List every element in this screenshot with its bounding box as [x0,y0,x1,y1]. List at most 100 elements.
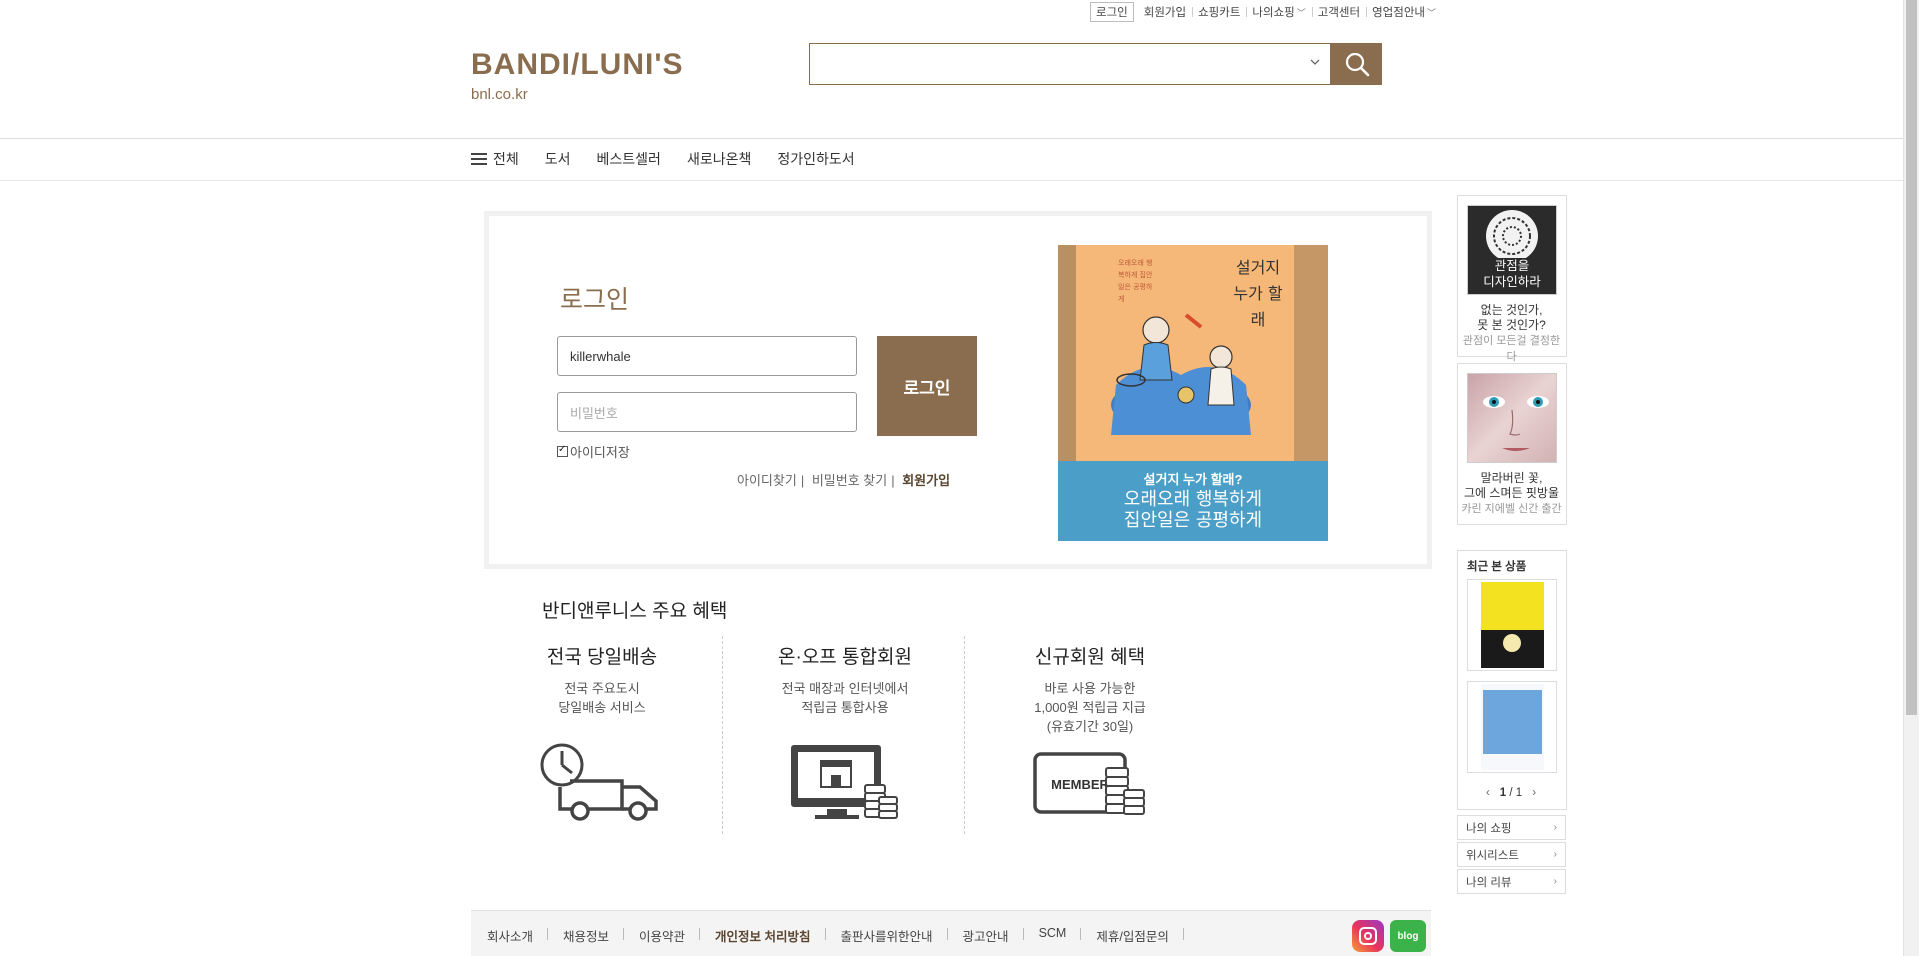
footer-link-privacy[interactable]: 개인정보 처리방침 [700,926,827,945]
sidebar-link-label: 나의 쇼핑 [1466,822,1512,835]
ad-caption-sub: 관점이 모든걸 결정한다 [1462,335,1561,363]
sidebar-link-wishlist[interactable]: 위시리스트 › [1457,842,1566,867]
nav-item-new-books[interactable]: 새로나온책 [687,149,751,169]
util-stores-link[interactable]: 영업점안내 ﹀ [1366,4,1442,20]
link-separator: | [800,473,805,488]
chevron-right-icon: › [1553,849,1557,860]
benefit-desc: 전국 매장과 인터넷에서 [781,681,909,696]
blog-icon[interactable]: blog [1390,920,1426,952]
banner-caption-title: 설거지 누가 할래? [1143,472,1243,487]
book-banner[interactable]: 오래오래 행복하게 집안일은 공평하게 설거지 누가 할래 설거지 누가 할래?… [1058,245,1328,541]
sidebar-link-my-shopping[interactable]: 나의 쇼핑 › [1457,815,1566,840]
ad-caption-line: 말라버린 꽃, [1480,471,1543,485]
truck-clock-icon [540,743,658,821]
util-signup-link[interactable]: 회원가입 [1138,4,1192,20]
banner-cover-text: 오래오래 행복하게 집안일은 공평하게 [1118,259,1153,303]
search-icon [1345,52,1369,77]
footer-link-company[interactable]: 회사소개 [487,926,549,945]
sidebar-ad-1-image: 관점을 디자인하라 [1467,205,1557,295]
chevron-right-icon: › [1553,822,1557,833]
nav-item-books[interactable]: 도서 [545,149,571,169]
footer-link-scm[interactable]: SCM [1024,926,1082,945]
chevron-left-icon[interactable]: ‹ [1486,787,1490,799]
blog-icon-label: blog [1397,930,1419,942]
ad-image-text: 디자인하라 [1483,274,1541,289]
save-id-label: 아이디저장 [570,445,630,460]
recent-item-thumb[interactable] [1467,681,1557,773]
recent-item-thumb[interactable] [1467,579,1557,671]
save-id-checkbox[interactable]: 아이디저장 [557,442,630,461]
benefit-desc: 1,000원 적립금 지급 [1034,700,1146,715]
sidebar-ad-1-caption: 없는 것인가, 못 본 것인가? 관점이 모든걸 결정한다 [1459,303,1564,365]
login-button[interactable]: 로그인 [877,336,977,436]
benefit-desc: 당일배송 서비스 [558,700,646,715]
recent-book-cover [1481,582,1544,668]
nav-item-discount-books[interactable]: 정가인하도서 [777,149,854,169]
util-login-link[interactable]: 로그인 [1090,2,1134,22]
ad-caption-line: 못 본 것인가? [1477,318,1546,332]
ad-image-text: 관점을 [1494,258,1530,273]
benefit-new-member: 신규회원 혜택 바로 사용 가능한 1,000원 적립금 지급 (유효기간 30일)… [980,642,1200,821]
instagram-icon[interactable] [1352,920,1384,952]
footer-link-publishers[interactable]: 출판사를위한안내 [826,926,948,945]
checkbox-checked-icon[interactable] [557,444,568,457]
benefit-title: 신규회원 혜택 [1034,647,1146,668]
banner-book-title: 설거지 누가 할래 [1233,258,1283,329]
password-field[interactable]: 비밀번호 [557,392,857,432]
footer-link-ads[interactable]: 광고안내 [948,926,1024,945]
chevron-down-icon: ﹀ [1426,8,1436,18]
benefit-desc: 적립금 통합사용 [801,700,889,715]
chevron-right-icon[interactable]: › [1532,787,1536,799]
util-stores-label: 영업점안내 [1372,7,1425,19]
ad-caption-sub: 카린 지에벨 신간 출간 [1461,503,1562,515]
benefit-title: 온·오프 통합회원 [778,647,912,668]
password-placeholder: 비밀번호 [570,405,618,421]
benefit-desc: 전국 주요도시 [564,681,640,696]
chevron-right-icon: › [1553,876,1557,887]
benefit-divider [722,636,723,834]
search-button[interactable] [1331,43,1382,85]
nav-item-bestseller[interactable]: 베스트셀러 [597,149,661,169]
util-my-shopping-link[interactable]: 나의쇼핑 ﹀ [1246,4,1311,20]
account-links: 아이디찾기 | 비밀번호 찾기 | 회원가입 [737,470,954,489]
sidebar-link-label: 나의 리뷰 [1466,876,1512,889]
banner-edge [1058,245,1076,461]
util-cart-link[interactable]: 쇼핑카트 [1192,4,1246,20]
benefits-title: 반디앤루니스 주요 혜택 [542,601,728,622]
login-title: 로그인 [560,286,630,314]
member-card-coins-icon: MEMBER [1033,752,1145,815]
join-link[interactable]: 회원가입 [902,473,950,488]
link-separator: | [891,473,895,488]
chevron-down-icon[interactable] [1310,55,1320,69]
monitor-store-coins-icon [791,745,898,819]
footer-link-recruit[interactable]: 채용정보 [548,926,625,945]
ad-caption-line: 그에 스며든 핏방울 [1464,486,1559,500]
id-field[interactable]: killerwhale [557,336,857,376]
id-field-value: killerwhale [570,348,631,364]
nav-divider-top [0,138,1903,139]
scrollbar-thumb[interactable] [1906,0,1917,715]
benefit-title: 전국 당일배송 [546,647,658,668]
sidebar-ad-2-caption: 말라버린 꽃, 그에 스며든 핏방울 카린 지에벨 신간 출간 [1459,471,1564,517]
banner-caption-line1: 오래오래 행복하게 [1123,489,1263,510]
find-password-link[interactable]: 비밀번호 찾기 [812,473,887,488]
search-input[interactable] [809,43,1331,85]
pager-separator: / [1506,787,1516,799]
sidebar-link-label: 위시리스트 [1466,849,1519,862]
footer-links: 회사소개 채용정보 이용약관 개인정보 처리방침 출판사를위한안내 광고안내 S… [487,926,1185,945]
sidebar-ad-2-image [1467,373,1557,463]
main-nav: 전체 도서 베스트셀러 새로나온책 정가인하도서 [471,149,881,169]
footer-link-terms[interactable]: 이용약관 [624,926,701,945]
util-my-shopping-label: 나의쇼핑 [1252,7,1295,19]
recent-pager: ‹ 1 / 1 › [1456,787,1566,799]
nav-all-label: 전체 [493,151,519,167]
logo[interactable]: BANDI/LUNI'S [471,48,683,82]
nav-all-menu[interactable]: 전체 [471,149,519,169]
util-support-link[interactable]: 고객센터 [1311,4,1366,20]
find-id-link[interactable]: 아이디찾기 [737,473,797,488]
pager-total: 1 [1515,787,1523,799]
footer-link-partnership[interactable]: 제휴/입점문의 [1081,926,1185,945]
utility-links: 로그인 회원가입 쇼핑카트 나의쇼핑 ﹀ 고객센터 영업점안내 ﹀ [1090,2,1442,22]
sidebar-link-my-review[interactable]: 나의 리뷰 › [1457,869,1566,894]
recent-items-title: 최근 본 상품 [1467,561,1527,573]
